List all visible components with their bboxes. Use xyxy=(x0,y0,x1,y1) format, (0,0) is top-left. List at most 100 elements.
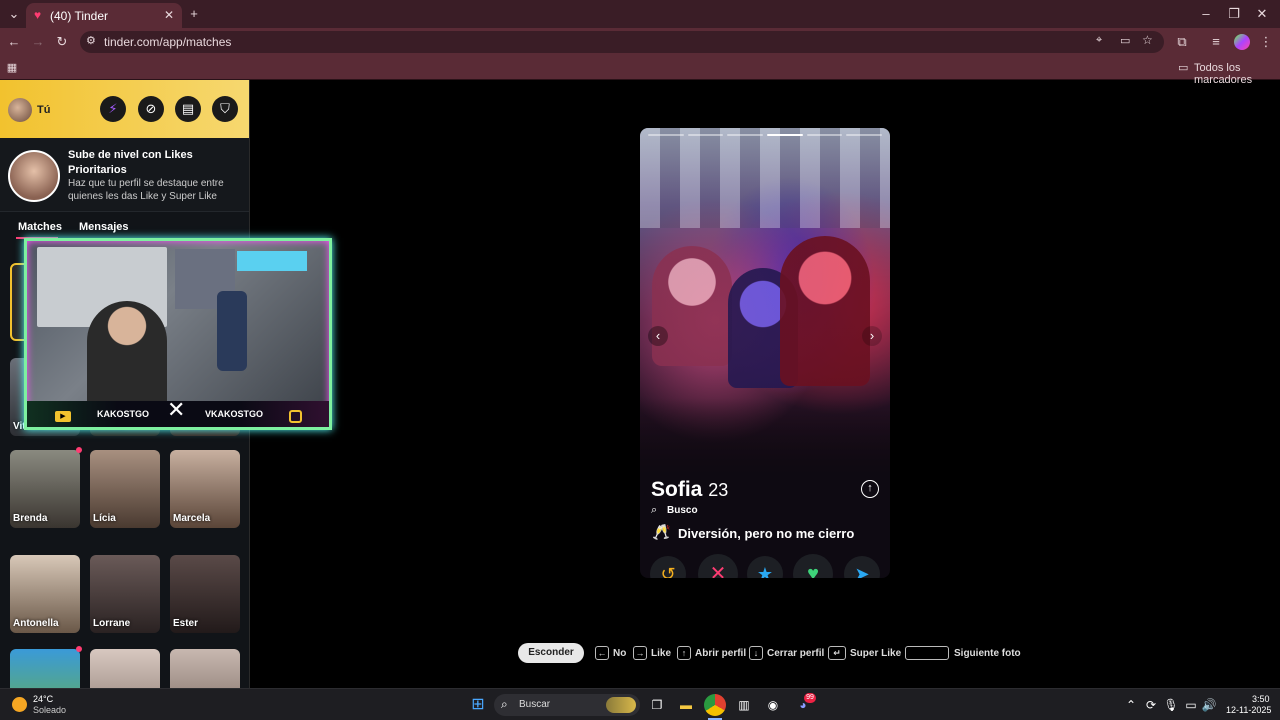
install-icon[interactable]: ▭ xyxy=(1120,34,1130,47)
youtube-icon: ▶ xyxy=(55,411,71,422)
tab-messages[interactable]: Mensajes xyxy=(79,221,129,233)
weather-temp[interactable]: 24°C xyxy=(33,694,53,704)
explore-icon[interactable]: ⊘ xyxy=(138,96,164,122)
photo-fade xyxy=(640,398,890,478)
file-explorer-icon[interactable]: ▬ xyxy=(675,694,697,716)
search-icon: ⌕ xyxy=(651,504,658,516)
apps-grid-icon[interactable]: ▦ xyxy=(2,58,22,78)
volume-icon[interactable]: 🔊 xyxy=(1198,694,1220,716)
stream-webcam-overlay: ▶ KAKOSTGO ✕ VKAKOSTGO xyxy=(24,238,332,430)
clock-time[interactable]: 3:50 xyxy=(1252,694,1270,704)
open-profile-icon[interactable]: ↑ xyxy=(861,480,879,498)
site-info-icon[interactable]: ⚙ xyxy=(86,34,96,47)
match-name: Brenda xyxy=(13,513,48,524)
profile-name-text: Sofia xyxy=(651,478,703,501)
photo-indicator[interactable] xyxy=(767,134,803,136)
briefcase-icon[interactable]: ▤ xyxy=(175,96,201,122)
enter-key-icon: ↵ xyxy=(828,646,846,660)
match-card[interactable] xyxy=(90,649,160,688)
shortcut-next-photo: Siguiente foto xyxy=(954,648,1021,659)
match-card[interactable]: Antonella xyxy=(10,555,80,633)
photo-person xyxy=(652,246,732,366)
tab-title: (40) Tinder xyxy=(50,9,109,23)
match-card[interactable]: Ester xyxy=(170,555,240,633)
gaming-chair xyxy=(217,291,247,371)
profile-avatar-icon[interactable] xyxy=(1234,34,1250,50)
extensions-icon[interactable]: ⧉ xyxy=(1172,32,1192,52)
profile-card[interactable]: ‹ › Sofia 23 ↑ ⌕ Busco 🥂 Diversión, pero… xyxy=(640,128,890,578)
browser-tab[interactable]: ♥ (40) Tinder ✕ xyxy=(26,3,182,28)
match-card[interactable]: Lorrane xyxy=(90,555,160,633)
window-close-icon[interactable]: ✕ xyxy=(1252,4,1272,24)
tab-matches[interactable]: Matches xyxy=(18,221,62,233)
reload-icon[interactable]: ↻ xyxy=(52,32,72,52)
photo-indicator[interactable] xyxy=(806,134,843,136)
browser-tab-bar: ⌄ ♥ (40) Tinder ✕ + – ❐ ✕ xyxy=(0,0,1280,28)
tray-sync-icon[interactable]: ⟳ xyxy=(1140,694,1162,716)
space-key-icon xyxy=(905,646,949,660)
photo-indicator[interactable] xyxy=(727,134,763,136)
taskbar-search[interactable]: ⌕ Buscar xyxy=(494,694,640,716)
arrow-down-key-icon: ↓ xyxy=(749,646,763,660)
obs-icon[interactable]: ◉ xyxy=(762,694,784,716)
match-card[interactable]: Marcela xyxy=(170,450,240,528)
match-card[interactable] xyxy=(170,649,240,688)
like-button[interactable]: ♥ xyxy=(793,554,833,578)
shortcut-open-profile: Abrir perfil xyxy=(695,648,747,659)
tab-search-icon[interactable]: ⌄ xyxy=(4,4,24,24)
profile-photo[interactable]: ‹ › xyxy=(640,128,890,478)
match-card[interactable] xyxy=(10,649,80,688)
microphone-icon[interactable]: 🎙 xyxy=(1160,694,1182,716)
nope-button[interactable]: ✕ xyxy=(698,554,738,578)
tray-chevron-icon[interactable]: ⌃ xyxy=(1120,694,1142,716)
task-view-icon[interactable]: ❐ xyxy=(646,694,668,716)
hide-shortcuts-button[interactable]: Esconder xyxy=(518,643,584,663)
match-card[interactable]: Brenda xyxy=(10,450,80,528)
shortcut-like: Like xyxy=(651,648,672,659)
promo-text: Haz que tu perfil se destaque entre quie… xyxy=(68,178,224,202)
minimize-icon[interactable]: – xyxy=(1196,4,1216,24)
match-card[interactable]: Lícia xyxy=(90,450,160,528)
windows-start-icon[interactable]: ⊞ xyxy=(467,694,489,716)
next-photo-icon[interactable]: › xyxy=(862,326,882,346)
photo-indicator[interactable] xyxy=(846,134,882,136)
youtube-handle: KAKOSTGO xyxy=(97,409,150,419)
discord-badge: 99 xyxy=(804,693,816,703)
shield-icon[interactable]: ⛉ xyxy=(212,96,238,122)
all-bookmarks-link[interactable]: Todos los marcadores xyxy=(1194,62,1280,86)
media-icon[interactable]: ≡ xyxy=(1206,32,1226,52)
back-icon[interactable]: ← xyxy=(4,32,24,52)
photo-ceiling-lights xyxy=(640,128,890,228)
profile-name: Sofia 23 xyxy=(651,478,728,502)
windows-taskbar: 24°C Soleado ⊞ ⌕ Buscar ❐ ▬ ▥ ◉ ◕ 99 ⌃ ⟳… xyxy=(0,688,1280,720)
super-like-button[interactable]: ★ xyxy=(747,556,783,578)
menu-icon[interactable]: ⋮ xyxy=(1256,32,1276,52)
photo-indicator[interactable] xyxy=(687,134,724,136)
forward-icon[interactable]: → xyxy=(28,32,48,52)
previous-photo-icon[interactable]: ‹ xyxy=(648,326,668,346)
new-tab-icon[interactable]: + xyxy=(184,4,204,24)
bookmark-star-icon[interactable]: ☆ xyxy=(1142,33,1153,47)
bookmarks-bar: ▦ ▭ Todos los marcadores xyxy=(0,56,1280,86)
new-match-dot xyxy=(76,447,82,453)
boost-icon[interactable]: ⚡ xyxy=(100,96,126,122)
sun-icon[interactable] xyxy=(12,697,27,712)
match-name: Ester xyxy=(173,618,199,629)
app-icon[interactable]: ▥ xyxy=(733,694,755,716)
cheers-icon: 🥂 xyxy=(652,524,671,541)
photo-indicator[interactable] xyxy=(648,134,684,136)
weather-label[interactable]: Soleado xyxy=(33,705,66,715)
boost-send-button[interactable]: ➤ xyxy=(844,556,880,578)
tab-close-icon[interactable]: ✕ xyxy=(164,8,174,22)
rewind-button[interactable]: ↺ xyxy=(650,556,686,578)
url-field[interactable]: ⚙ tinder.com/app/matches ⌖ ▭ ☆ xyxy=(80,31,1164,53)
location-icon[interactable]: ⌖ xyxy=(1096,34,1102,47)
priority-likes-promo[interactable]: Sube de nivel con Likes Prioritarios Haz… xyxy=(0,138,249,212)
user-label[interactable]: Tú xyxy=(37,104,50,116)
clock-date[interactable]: 12-11-2025 xyxy=(1226,705,1271,715)
user-avatar[interactable] xyxy=(8,98,32,122)
chrome-icon[interactable] xyxy=(704,694,726,716)
match-name: Antonella xyxy=(13,618,59,629)
restore-icon[interactable]: ❐ xyxy=(1224,4,1244,24)
looking-label: Busco xyxy=(667,505,698,516)
